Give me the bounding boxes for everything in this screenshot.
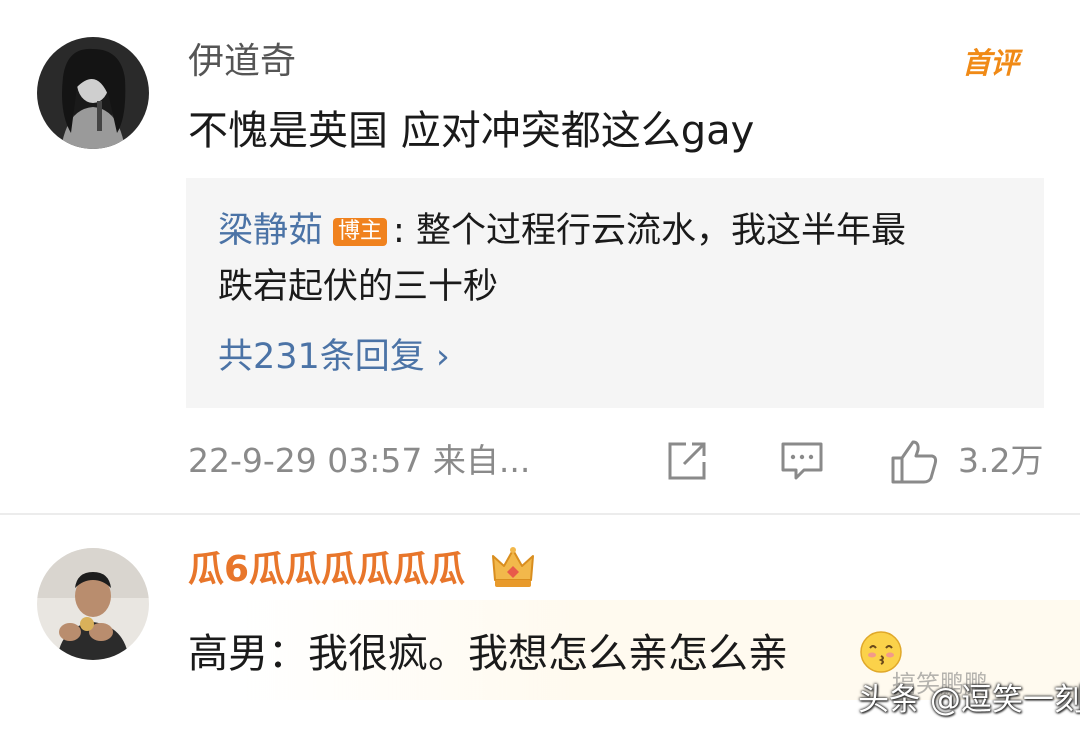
first-comment-label: 首评 [962, 46, 1019, 80]
watermark: 头条 @逗笑一刻 [858, 682, 1080, 718]
comment-card: 瓜6瓜瓜瓜瓜瓜瓜 高男：我很疯。我想怎么亲怎么亲 搞笑鹏鹏 头条 @逗笑一刻 [0, 518, 1080, 734]
like-count: 3.2万 [958, 441, 1044, 480]
comment-card: 伊道奇 首评 不愧是英国 应对冲突都这么gay 梁静茹 博主: 整个过程行云流水，… [0, 0, 1080, 515]
comment-text: 高男：我很疯。我想怎么亲怎么亲 [188, 631, 788, 677]
reply-preview[interactable]: 梁静茹 博主: 整个过程行云流水，我这半年最 跌宕起伏的三十秒 共231条回复 › [186, 178, 1044, 408]
reply-text: : 整个过程行云流水，我这半年最 [393, 211, 906, 251]
first-comment-badge: 首评 [962, 40, 1042, 80]
username[interactable]: 伊道奇 [188, 40, 296, 84]
comment-text: 不愧是英国 应对冲突都这么gay [188, 108, 755, 154]
comment-icon[interactable] [778, 438, 826, 484]
avatar[interactable] [37, 548, 149, 660]
like-icon[interactable] [889, 438, 941, 484]
reply-text-continued: 跌宕起伏的三十秒 [218, 267, 499, 307]
reply-author[interactable]: 梁静茹 [218, 211, 323, 251]
reply-line: 梁静茹 博主: 整个过程行云流水，我这半年最 [218, 208, 906, 254]
blogger-badge: 博主 [333, 218, 388, 246]
share-icon[interactable] [664, 438, 712, 484]
divider [0, 513, 1080, 515]
crown-icon [489, 544, 537, 592]
view-replies-link[interactable]: 共231条回复 › [218, 334, 450, 380]
username[interactable]: 瓜6瓜瓜瓜瓜瓜瓜 [188, 548, 465, 592]
comment-meta: 22-9-29 03:57 来自... [188, 441, 531, 480]
avatar[interactable] [37, 37, 149, 149]
